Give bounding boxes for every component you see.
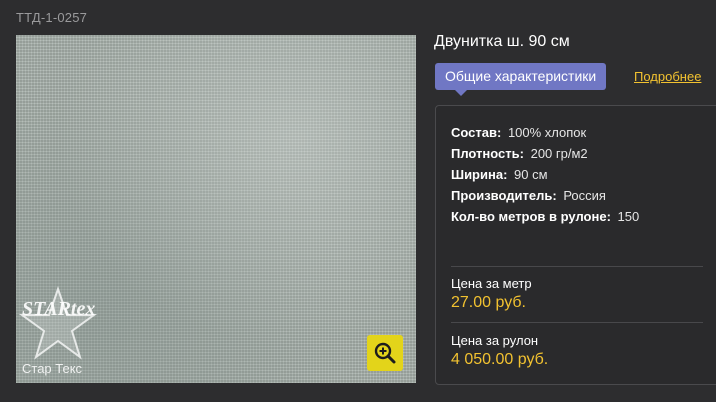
zoom-button[interactable] [367, 335, 403, 371]
zoom-in-icon [374, 342, 396, 364]
price-per-roll-label: Цена за рулон [451, 333, 539, 348]
price-per-meter-label: Цена за метр [451, 276, 532, 291]
spec-row: Производитель: Россия [451, 185, 639, 206]
divider [451, 266, 703, 267]
spec-label: Кол-во метров в рулоне: [451, 209, 611, 224]
spec-row: Плотность: 200 гр/м2 [451, 143, 639, 164]
star-logo-icon: STARtex [18, 285, 98, 360]
spec-row: Кол-во метров в рулоне: 150 [451, 206, 639, 227]
divider [451, 322, 703, 323]
product-title: Двунитка ш. 90 см [434, 33, 570, 50]
spec-label: Производитель: [451, 188, 557, 203]
product-sku: ТТД-1-0257 [16, 10, 88, 25]
price-per-meter: Цена за метр 27.00 руб. [451, 276, 532, 312]
tab-general-characteristics[interactable]: Общие характеристики [435, 63, 607, 90]
more-details-link[interactable]: Подробнее [634, 69, 701, 84]
specs-list: Состав: 100% хлопок Плотность: 200 гр/м2… [451, 122, 639, 227]
brand-logo: STARtex Стар Текс [18, 285, 114, 377]
logo-caption: Стар Текс [22, 361, 83, 376]
spec-label: Ширина: [451, 167, 508, 182]
spec-label: Плотность: [451, 146, 524, 161]
spec-row: Ширина: 90 см [451, 164, 639, 185]
price-per-meter-value: 27.00 руб. [451, 294, 526, 311]
spec-value: Россия [563, 188, 606, 203]
logo-mark-text: STARtex [22, 298, 95, 320]
spec-value: 90 см [514, 167, 548, 182]
product-photo[interactable]: STARtex Стар Текс [16, 35, 416, 383]
characteristics-panel: Состав: 100% хлопок Плотность: 200 гр/м2… [435, 105, 716, 385]
price-per-roll-value: 4 050.00 руб. [451, 351, 549, 368]
spec-value: 200 гр/м2 [530, 146, 588, 161]
tab-pointer [455, 90, 467, 96]
spec-value: 100% хлопок [507, 125, 587, 140]
spec-row: Состав: 100% хлопок [451, 122, 639, 143]
price-per-roll: Цена за рулон 4 050.00 руб. [451, 333, 548, 369]
spec-value: 150 [617, 209, 640, 224]
spec-label: Состав: [451, 125, 502, 140]
